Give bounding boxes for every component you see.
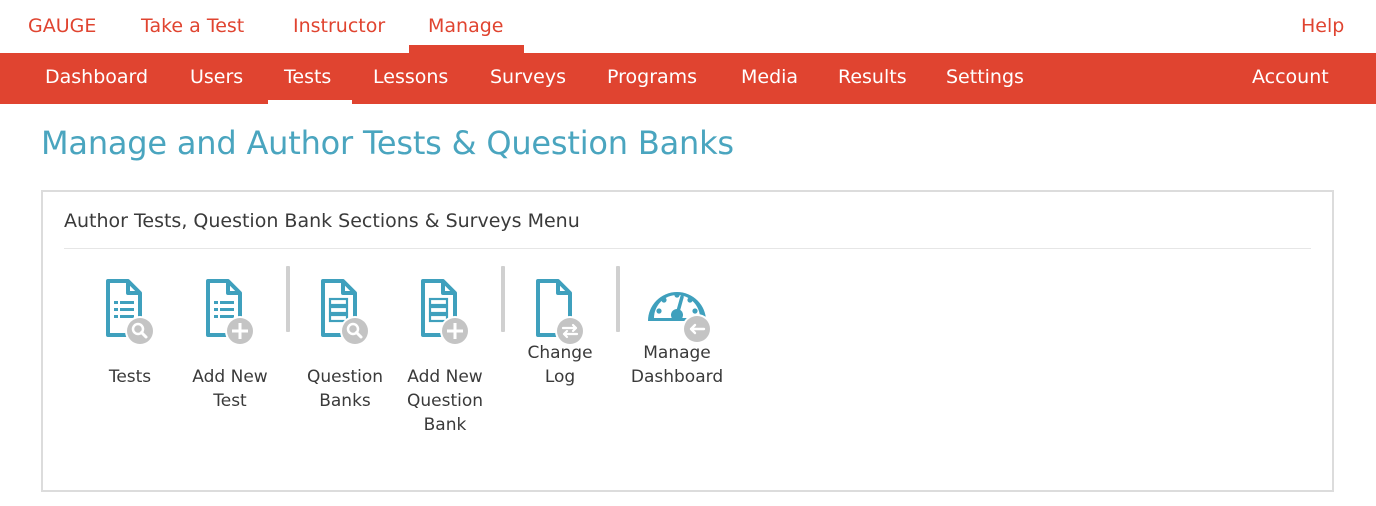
nav-instructor[interactable]: Instructor bbox=[293, 0, 385, 53]
subnav-users[interactable]: Users bbox=[190, 53, 243, 104]
subnav-results[interactable]: Results bbox=[838, 53, 907, 104]
subnav-surveys[interactable]: Surveys bbox=[490, 53, 566, 104]
tile-label: Dashboard bbox=[630, 367, 724, 387]
tile-label: Change bbox=[527, 343, 593, 363]
tile-label: Manage bbox=[643, 343, 711, 363]
nav-help[interactable]: Help bbox=[1301, 0, 1344, 53]
manage-dashboard-tile[interactable]: Manage Dashboard bbox=[629, 277, 725, 389]
add-question-bank-icon bbox=[421, 279, 470, 346]
tests-search-icon bbox=[106, 279, 155, 346]
subnav-dashboard[interactable]: Dashboard bbox=[45, 53, 148, 104]
manage-subnav: Dashboard Users Tests Lessons Surveys Pr… bbox=[0, 53, 1376, 104]
active-tab-indicator bbox=[409, 45, 524, 53]
author-menu-panel: Author Tests, Question Bank Sections & S… bbox=[41, 190, 1334, 492]
group-separator bbox=[286, 266, 290, 332]
nav-take-a-test[interactable]: Take a Test bbox=[141, 0, 244, 53]
add-new-question-bank-tile[interactable]: Add New Question Bank bbox=[403, 277, 487, 437]
tile-label: Question bbox=[406, 391, 484, 411]
subnav-media[interactable]: Media bbox=[741, 53, 798, 104]
page-title: Manage and Author Tests & Question Banks bbox=[41, 124, 734, 162]
dashboard-gauge-icon bbox=[648, 292, 712, 344]
tile-label: Tests bbox=[108, 367, 152, 387]
tile-label: Bank bbox=[423, 415, 467, 435]
subnav-tests[interactable]: Tests bbox=[284, 53, 331, 104]
question-banks-tile[interactable]: Question Banks bbox=[303, 277, 387, 413]
add-new-test-tile[interactable]: Add New Test bbox=[188, 277, 272, 413]
subnav-lessons[interactable]: Lessons bbox=[373, 53, 448, 104]
tile-label: Test bbox=[213, 391, 247, 411]
question-banks-search-icon bbox=[321, 279, 370, 346]
brand-link[interactable]: GAUGE bbox=[28, 0, 96, 53]
subnav-account[interactable]: Account bbox=[1252, 53, 1329, 104]
tile-label: Banks bbox=[319, 391, 371, 411]
tests-tile[interactable]: Tests bbox=[88, 277, 172, 389]
tile-label: Log bbox=[544, 367, 576, 387]
change-log-tile[interactable]: Change Log bbox=[518, 277, 602, 389]
panel-title: Author Tests, Question Bank Sections & S… bbox=[64, 210, 580, 232]
subnav-settings[interactable]: Settings bbox=[946, 53, 1024, 104]
active-subnav-indicator bbox=[268, 100, 352, 104]
change-log-icon bbox=[536, 279, 585, 346]
top-navigation: GAUGE Take a Test Instructor Manage Help bbox=[0, 0, 1376, 53]
tile-label: Add New bbox=[407, 367, 483, 387]
group-separator bbox=[501, 266, 505, 332]
group-separator bbox=[616, 266, 620, 332]
tile-label: Question bbox=[306, 367, 384, 387]
add-test-icon bbox=[206, 279, 255, 346]
subnav-programs[interactable]: Programs bbox=[607, 53, 697, 104]
divider bbox=[64, 248, 1311, 249]
tile-label: Add New bbox=[192, 367, 268, 387]
